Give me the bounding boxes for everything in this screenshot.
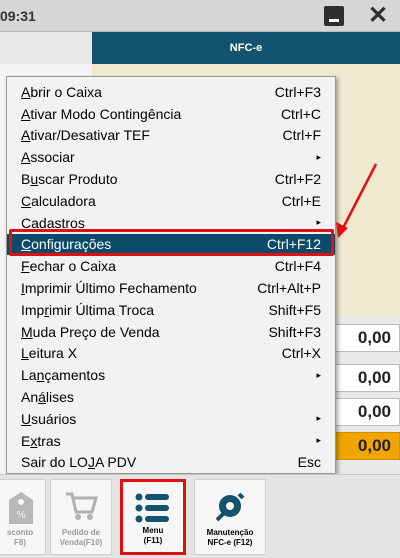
pointer-arrow-icon	[336, 163, 378, 238]
menu-item-label: Ativar/Desativar TEF	[21, 127, 150, 144]
menu-item-shortcut: Ctrl+F	[282, 127, 322, 144]
close-button[interactable]: ✕	[366, 4, 390, 28]
menu-item-label: Análises	[21, 389, 74, 406]
gear-wrench-icon	[215, 492, 245, 522]
menu-item-shortcut: Shift+F5	[268, 301, 321, 318]
maintenance-shortcut: NFC-e (F12)	[207, 538, 253, 547]
menu-button[interactable]: Menu (F11)	[120, 479, 186, 555]
menu-item-shortcut: Ctrl+F4	[274, 258, 321, 275]
mnemonic-letter: á	[38, 389, 46, 406]
cart-icon	[66, 492, 98, 520]
list-menu-icon	[135, 493, 169, 523]
menu-item[interactable]: Muda Preço de Venda Shift+F3	[7, 321, 335, 343]
menu-item[interactable]: Lançamentos ▸	[7, 364, 335, 386]
menu-item[interactable]: Usuários ▸	[7, 408, 335, 430]
order-button[interactable]: Pedido de Venda(F10)	[50, 479, 112, 555]
menu-item-label: Ativar Modo Contingência	[21, 105, 182, 122]
nfce-banner: NFC-e	[92, 32, 400, 64]
value-field: 0,00	[332, 324, 400, 352]
menu-item-label: Cadastros	[21, 214, 85, 231]
menu-item[interactable]: Associar ▸	[7, 146, 335, 168]
menu-item[interactable]: Calculadora Ctrl+E	[7, 190, 335, 212]
title-bar: 09:31 ✕	[0, 0, 400, 32]
menu-item-shortcut: Ctrl+Alt+P	[257, 280, 321, 297]
mnemonic-letter: J	[87, 454, 95, 471]
mnemonic-letter: M	[21, 323, 33, 340]
menu-item[interactable]: Análises	[7, 386, 335, 408]
close-icon: ✕	[367, 2, 389, 29]
mnemonic-letter: C	[21, 236, 32, 253]
menu-item[interactable]: Leitura X Ctrl+X	[7, 343, 335, 365]
menu-item-shortcut: Ctrl+C	[280, 105, 321, 122]
menu-item-shortcut: Ctrl+E	[281, 192, 321, 209]
menu-item[interactable]: Cadastros ▸	[7, 212, 335, 234]
minimize-icon	[324, 6, 344, 26]
menu-item-label: Sair do LOJA PDV	[21, 454, 137, 471]
mnemonic-letter: d	[38, 214, 47, 231]
submenu-arrow-icon: ▸	[316, 435, 321, 446]
maintenance-label: Manutenção	[206, 528, 254, 537]
menu-shortcut: (F11)	[143, 536, 163, 545]
bottom-toolbar: % sconto F8) Pedido de Venda(F10) Menu (…	[0, 474, 400, 558]
svg-text:%: %	[17, 510, 26, 521]
menu-label: Menu	[142, 526, 164, 535]
menu-item-label: Associar	[21, 149, 75, 166]
menu-item-label: Configurações	[21, 236, 112, 253]
menu-item[interactable]: Buscar Produto Ctrl+F2	[7, 168, 335, 190]
menu-item-label: Buscar Produto	[21, 171, 118, 188]
menu-item[interactable]: Extras ▸	[7, 430, 335, 452]
submenu-arrow-icon: ▸	[316, 413, 321, 424]
menu-item-label: Leitura X	[21, 345, 78, 362]
menu-item-shortcut: Ctrl+F12	[266, 236, 321, 253]
menu-item-label: Imprimir Último Fechamento	[21, 280, 197, 297]
menu-item-label: Abrir o Caixa	[21, 83, 102, 100]
menu-item[interactable]: Fechar o Caixa Ctrl+F4	[7, 255, 335, 277]
menu-item[interactable]: Sair do LOJA PDV Esc	[7, 452, 335, 474]
mnemonic-letter: A	[21, 83, 31, 100]
menu-item-label: Usuários	[21, 410, 77, 427]
menu-item-shortcut: Esc	[297, 454, 321, 471]
nfce-maintenance-button[interactable]: Manutenção NFC-e (F12)	[194, 479, 266, 555]
menu-item[interactable]: Ativar Modo Contingência Ctrl+C	[7, 103, 335, 125]
menu-item-label: Fechar o Caixa	[21, 258, 116, 275]
menu-item-label: Lançamentos	[21, 367, 106, 384]
menu-item[interactable]: Imprimir Último Fechamento Ctrl+Alt+P	[7, 277, 335, 299]
discount-label: sconto	[6, 528, 34, 537]
menu-item-label: Imprimir Última Troca	[21, 301, 155, 318]
menu-item[interactable]: Ativar/Desativar TEF Ctrl+F	[7, 125, 335, 147]
context-menu: Abrir o Caixa Ctrl+F3 Ativar Modo Contingê…	[6, 76, 336, 474]
menu-item[interactable]: Configurações Ctrl+F12	[7, 233, 335, 256]
mnemonic-letter: U	[21, 410, 32, 427]
discount-shortcut: F8)	[14, 538, 26, 547]
menu-item-shortcut: Ctrl+X	[281, 345, 321, 362]
mnemonic-letter: A	[21, 127, 31, 144]
mnemonic-letter: A	[21, 149, 31, 166]
menu-item[interactable]: Abrir o Caixa Ctrl+F3	[7, 81, 335, 103]
value-field: 0,00	[332, 398, 400, 426]
clock: 09:31	[0, 8, 36, 24]
total-field: 0,00	[332, 432, 400, 460]
menu-item-label: Extras	[21, 432, 61, 449]
menu-item-label: Calculadora	[21, 192, 96, 209]
order-shortcut: Venda(F10)	[59, 538, 103, 547]
menu-item-shortcut: Ctrl+F2	[274, 171, 321, 188]
mnemonic-letter: u	[30, 171, 39, 188]
menu-item-shortcut: Shift+F3	[268, 323, 321, 340]
menu-item-shortcut: Ctrl+F3	[274, 83, 321, 100]
mnemonic-letter: C	[21, 192, 32, 209]
order-label: Pedido de	[61, 528, 101, 537]
menu-item-label: Muda Preço de Venda	[21, 323, 160, 340]
menu-item[interactable]: Imprimir Última Troca Shift+F5	[7, 299, 335, 321]
discount-tag-icon: %	[9, 492, 33, 524]
value-field: 0,00	[332, 364, 400, 392]
mnemonic-letter: F	[21, 258, 30, 275]
mnemonic-letter: L	[21, 345, 29, 362]
mnemonic-letter: A	[21, 105, 31, 122]
minimize-button[interactable]	[322, 4, 346, 28]
discount-button[interactable]: % sconto F8)	[0, 479, 46, 555]
submenu-arrow-icon: ▸	[316, 369, 321, 380]
